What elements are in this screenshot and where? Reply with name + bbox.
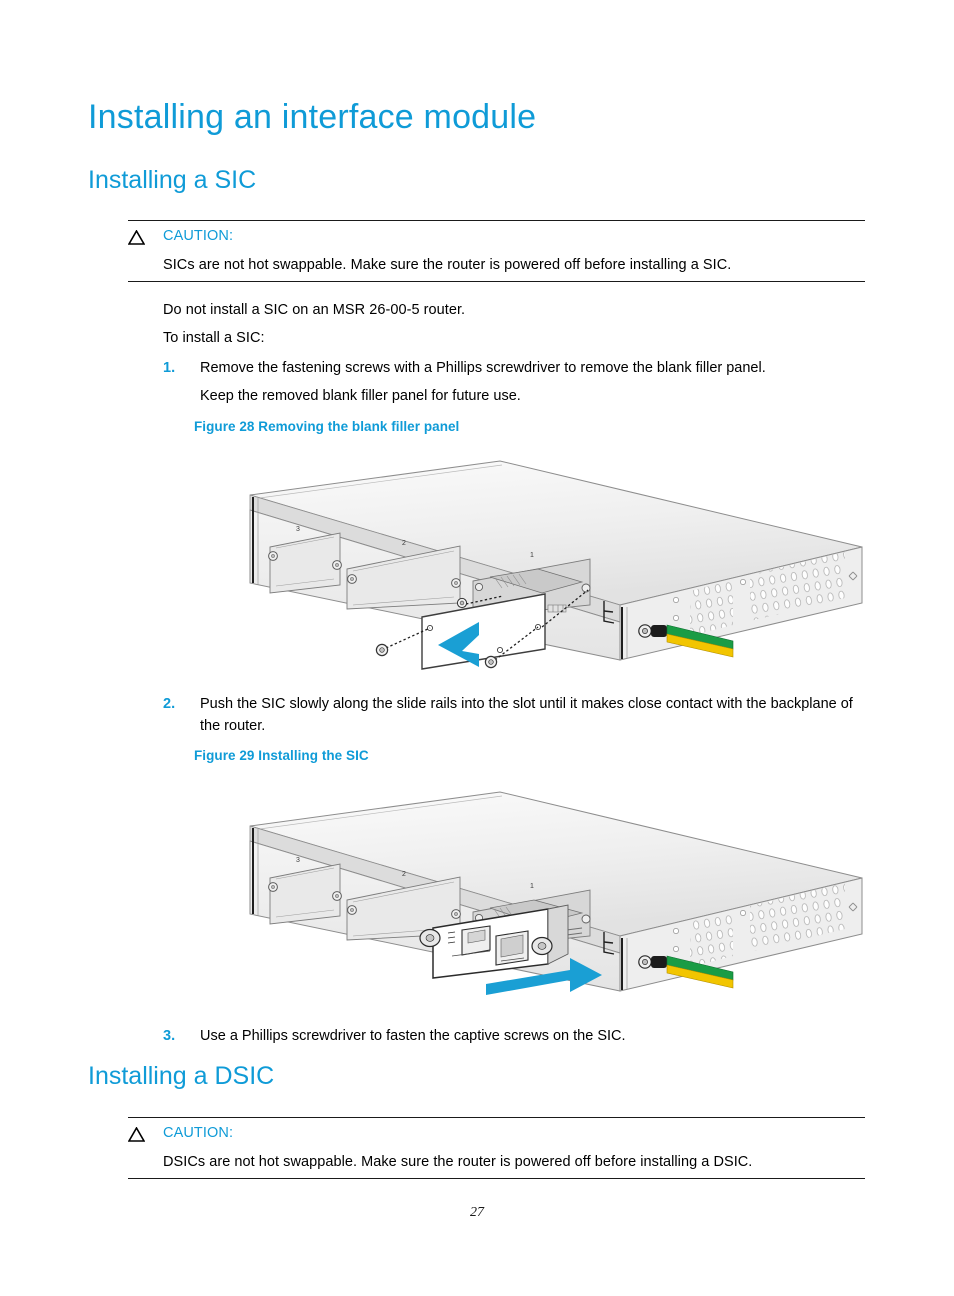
slot-label-3: 3 — [296, 526, 300, 533]
step-number: 3. — [163, 1028, 176, 1044]
screw-icon — [456, 597, 468, 609]
caution-label: CAUTION: — [163, 1125, 234, 1141]
step-item-3: 3. Use a Phillips screwdriver to fasten … — [163, 1025, 868, 1047]
step-number: 2. — [163, 696, 176, 712]
caution-box-dsic: CAUTION: DSICs are not hot swappable. Ma… — [127, 1117, 865, 1180]
page-number: 27 — [470, 1205, 484, 1220]
figure-caption-29: Figure 29 Installing the SIC — [194, 748, 369, 763]
step-subtext: Keep the removed blank filler panel for … — [200, 388, 521, 405]
slot-label-1: 1 — [530, 552, 534, 559]
figure-removing-blank-filler-panel: 3 2 1 — [190, 455, 870, 670]
figure-installing-the-sic: 3 2 1 — [190, 788, 870, 1003]
caution-box-sic: CAUTION: SICs are not hot swappable. Mak… — [127, 220, 865, 283]
step-item-2: 2. Push the SIC slowly along the slide r… — [163, 693, 868, 738]
slot-label-2: 2 — [402, 871, 406, 878]
caution-triangle-icon — [127, 1126, 146, 1142]
slot-label-2: 2 — [402, 540, 406, 547]
caution-triangle-icon — [127, 229, 146, 245]
step-text: Push the SIC slowly along the slide rail… — [200, 696, 853, 735]
step-item-1: 1. Remove the fastening screws with a Ph… — [163, 357, 868, 408]
slot-label-1: 1 — [530, 883, 534, 890]
step-number: 1. — [163, 360, 176, 376]
caution-header-row: CAUTION: — [127, 227, 865, 247]
step-text: Use a Phillips screwdriver to fasten the… — [200, 1028, 626, 1044]
caution-text: DSICs are not hot swappable. Make sure t… — [163, 1153, 753, 1170]
paragraph-do-not-install: Do not install a SIC on an MSR 26-00-5 r… — [163, 302, 466, 318]
screw-icon — [484, 655, 498, 669]
section-heading-installing-a-sic: Installing a SIC — [88, 166, 257, 194]
slot-label-3: 3 — [296, 857, 300, 864]
caution-label: CAUTION: — [163, 228, 234, 244]
figure-caption-28: Figure 28 Removing the blank filler pane… — [194, 419, 460, 434]
document-page: Installing an interface module Installin… — [0, 0, 954, 1296]
page-title: Installing an interface module — [88, 98, 537, 136]
step-text: Remove the fastening screws with a Phill… — [200, 360, 766, 376]
paragraph-to-install: To install a SIC: — [163, 330, 265, 346]
caution-header-row: CAUTION: — [127, 1124, 865, 1144]
screw-icon — [375, 643, 389, 657]
caution-text: SICs are not hot swappable. Make sure th… — [163, 256, 732, 273]
section-heading-installing-a-dsic: Installing a DSIC — [88, 1062, 275, 1090]
